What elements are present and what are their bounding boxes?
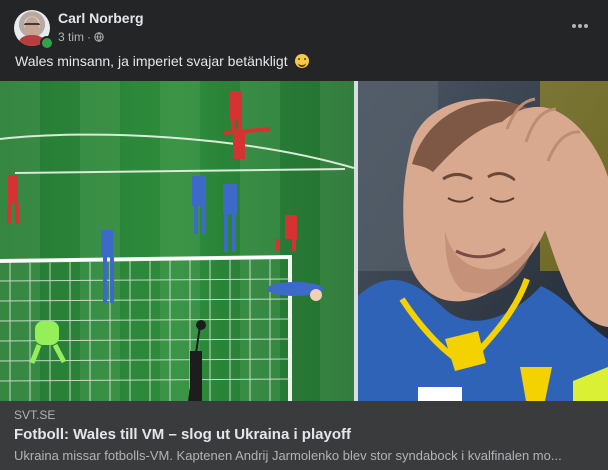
post-image[interactable] — [0, 81, 608, 401]
post-caption: Wales minsann, ja imperiet svajar betänk… — [15, 53, 309, 69]
avatar-glasses — [24, 23, 40, 29]
link-description: Ukraina missar fotbolls-VM. Kaptenen And… — [14, 448, 562, 463]
link-domain: SVT.SE — [14, 408, 56, 422]
link-preview[interactable]: SVT.SE Fotboll: Wales till VM – slog ut … — [0, 401, 608, 470]
link-title[interactable]: Fotboll: Wales till VM – slog ut Ukraina… — [14, 426, 351, 443]
globe-icon[interactable] — [94, 32, 104, 42]
more-options-icon — [572, 24, 576, 28]
facebook-post: Carl Norberg 3 tim · Wales minsann, ja i… — [0, 0, 608, 470]
post-meta: 3 tim · — [58, 30, 104, 44]
post-time[interactable]: 3 tim — [58, 30, 84, 44]
online-status-dot — [40, 36, 54, 50]
caption-text: Wales minsann, ja imperiet svajar betänk… — [15, 53, 288, 69]
more-options-button[interactable] — [568, 14, 592, 38]
author-name[interactable]: Carl Norberg — [58, 10, 144, 26]
meta-separator: · — [87, 30, 92, 44]
football-photo-illustration — [0, 81, 608, 401]
smiling-face-icon — [294, 54, 309, 68]
post-header: Carl Norberg 3 tim · — [0, 0, 608, 50]
